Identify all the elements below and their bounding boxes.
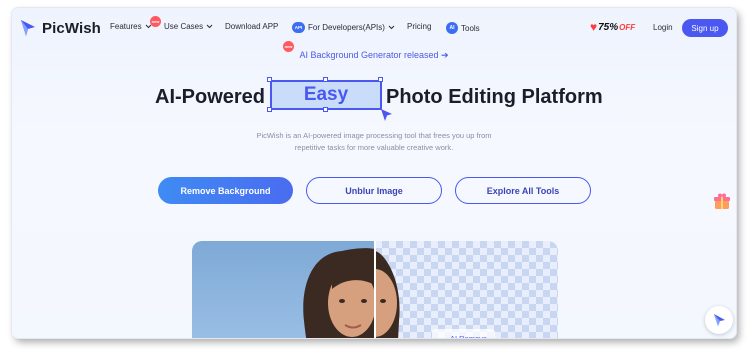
selection-handle bbox=[323, 77, 328, 82]
logo[interactable]: PicWish bbox=[18, 18, 101, 38]
nav-features[interactable]: Features bbox=[110, 22, 152, 31]
nav-use-cases-label: Use Cases bbox=[164, 22, 204, 31]
selection-handle bbox=[267, 107, 272, 112]
hero-subtitle-line1: PicWish is an AI-powered image processin… bbox=[256, 131, 492, 140]
selection-handle bbox=[323, 107, 328, 112]
nav-download-label: Download APP bbox=[225, 22, 279, 31]
nav-download-app[interactable]: Download APP bbox=[225, 22, 278, 31]
heart-icon: ♥ bbox=[590, 20, 598, 34]
chat-button[interactable] bbox=[705, 306, 733, 334]
hero-subtitle-line2: repetitive tasks for more valuable creat… bbox=[294, 143, 454, 152]
api-icon: API bbox=[292, 22, 305, 33]
selection-handle bbox=[378, 77, 383, 82]
new-badge: new bbox=[150, 16, 161, 27]
nav-use-cases[interactable]: Use Cases bbox=[164, 22, 213, 31]
signup-button[interactable]: Sign up bbox=[682, 19, 728, 37]
nav-features-label: Features bbox=[110, 22, 142, 31]
announcement-link[interactable]: AI Background Generator released ➔ bbox=[12, 50, 736, 61]
hero-highlight-box: Easy bbox=[270, 80, 382, 110]
hero-title-suffix: Photo Editing Platform bbox=[386, 86, 603, 108]
picwish-logo-icon bbox=[21, 20, 35, 36]
promo-percent: 75% bbox=[598, 21, 619, 33]
tools-icon: AI bbox=[446, 22, 458, 34]
chevron-down-icon bbox=[206, 24, 213, 29]
ai-remove-tag: AI Remove bbox=[432, 329, 496, 338]
cursor-icon bbox=[381, 109, 392, 121]
gift-icon[interactable] bbox=[713, 192, 731, 210]
promo-badge[interactable]: ♥ 75% OFF bbox=[590, 20, 635, 34]
hero-subtitle: PicWish is an AI-powered image processin… bbox=[12, 130, 736, 154]
nav-pricing-label: Pricing bbox=[407, 22, 432, 31]
logo-text: PicWish bbox=[42, 19, 101, 37]
nav-tools-label: Tools bbox=[461, 23, 480, 33]
top-nav: PicWish Features new Use Cases Download … bbox=[12, 8, 736, 48]
explore-all-tools-button[interactable]: Explore All Tools bbox=[455, 177, 591, 204]
chevron-down-icon bbox=[388, 25, 395, 30]
hero-title-prefix: AI-Powered bbox=[155, 86, 266, 108]
cutout-illustration bbox=[353, 251, 400, 338]
remove-background-button[interactable]: Remove Background bbox=[158, 177, 293, 204]
chat-icon bbox=[714, 314, 725, 326]
demo-original-half bbox=[192, 241, 376, 338]
browser-page: PicWish Features new Use Cases Download … bbox=[12, 8, 736, 338]
nav-developers-label: For Developers(APIs) bbox=[308, 23, 385, 32]
nav-developers[interactable]: API For Developers(APIs) bbox=[292, 22, 395, 33]
demo-transparent-half bbox=[353, 241, 558, 338]
login-link[interactable]: Login bbox=[653, 23, 673, 32]
unblur-image-button[interactable]: Unblur Image bbox=[306, 177, 442, 204]
hero-highlight-word: Easy bbox=[303, 84, 349, 105]
compare-divider[interactable] bbox=[374, 241, 376, 338]
selection-handle bbox=[267, 77, 272, 82]
nav-tools[interactable]: AI Tools bbox=[446, 22, 480, 34]
demo-image: AI Remove bbox=[192, 241, 558, 338]
nav-pricing[interactable]: Pricing bbox=[407, 22, 431, 31]
portrait-illustration bbox=[303, 248, 376, 338]
promo-off: OFF bbox=[619, 22, 636, 32]
